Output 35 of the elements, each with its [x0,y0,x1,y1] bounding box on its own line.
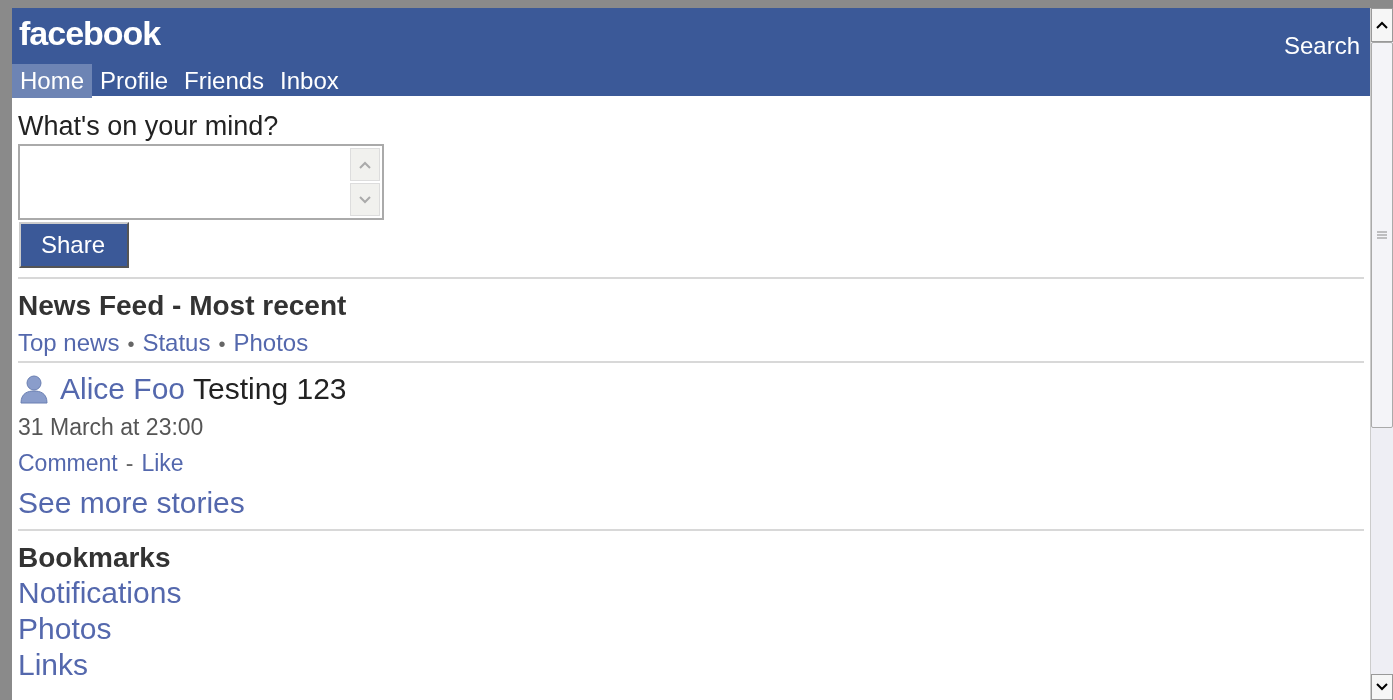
separator-dot: • [126,332,136,357]
status-prompt: What's on your mind? [18,110,280,142]
filter-link[interactable]: Status [142,328,211,358]
section-heading: Bookmarks [18,541,172,575]
scroll-thumb[interactable] [1371,42,1393,428]
nav-tab[interactable]: Home [12,64,93,98]
caret-icon [359,195,371,204]
nav-tab[interactable]: Profile [92,64,177,98]
filter-link[interactable]: Photos [233,328,309,358]
scroll-up-button[interactable] [1371,8,1393,42]
separator-dash: - [124,449,135,477]
caret-icon [1376,21,1388,29]
nav-tab[interactable]: Friends [176,64,273,98]
author-link[interactable]: Alice Foo [60,371,186,407]
bookmark-link[interactable]: Links [18,647,89,683]
nav-tab[interactable]: Inbox [272,64,347,98]
share-button[interactable]: Share [19,222,129,268]
caret-icon [359,160,371,169]
see-more-link[interactable]: See more stories [18,485,245,521]
search-link[interactable]: Search [1283,32,1360,60]
bookmark-link[interactable]: Notifications [18,575,182,611]
person-icon [18,373,50,405]
grip-icon [1377,231,1387,239]
logo[interactable]: facebook [12,10,161,56]
bookmark-link[interactable]: Photos [18,611,112,647]
story-time: 31 March at 23:00 [18,413,205,441]
action-link[interactable]: Like [141,449,184,477]
scroll-down-button[interactable] [1371,674,1393,700]
separator-dot: • [217,332,227,357]
filter-link[interactable]: Top news [18,328,120,358]
story-text: Testing 123 [193,371,347,407]
section-heading: News Feed - Most recent [18,289,348,323]
action-link[interactable]: Comment [18,449,118,477]
scrollbar[interactable] [1370,8,1393,700]
caret-icon [1376,683,1388,691]
